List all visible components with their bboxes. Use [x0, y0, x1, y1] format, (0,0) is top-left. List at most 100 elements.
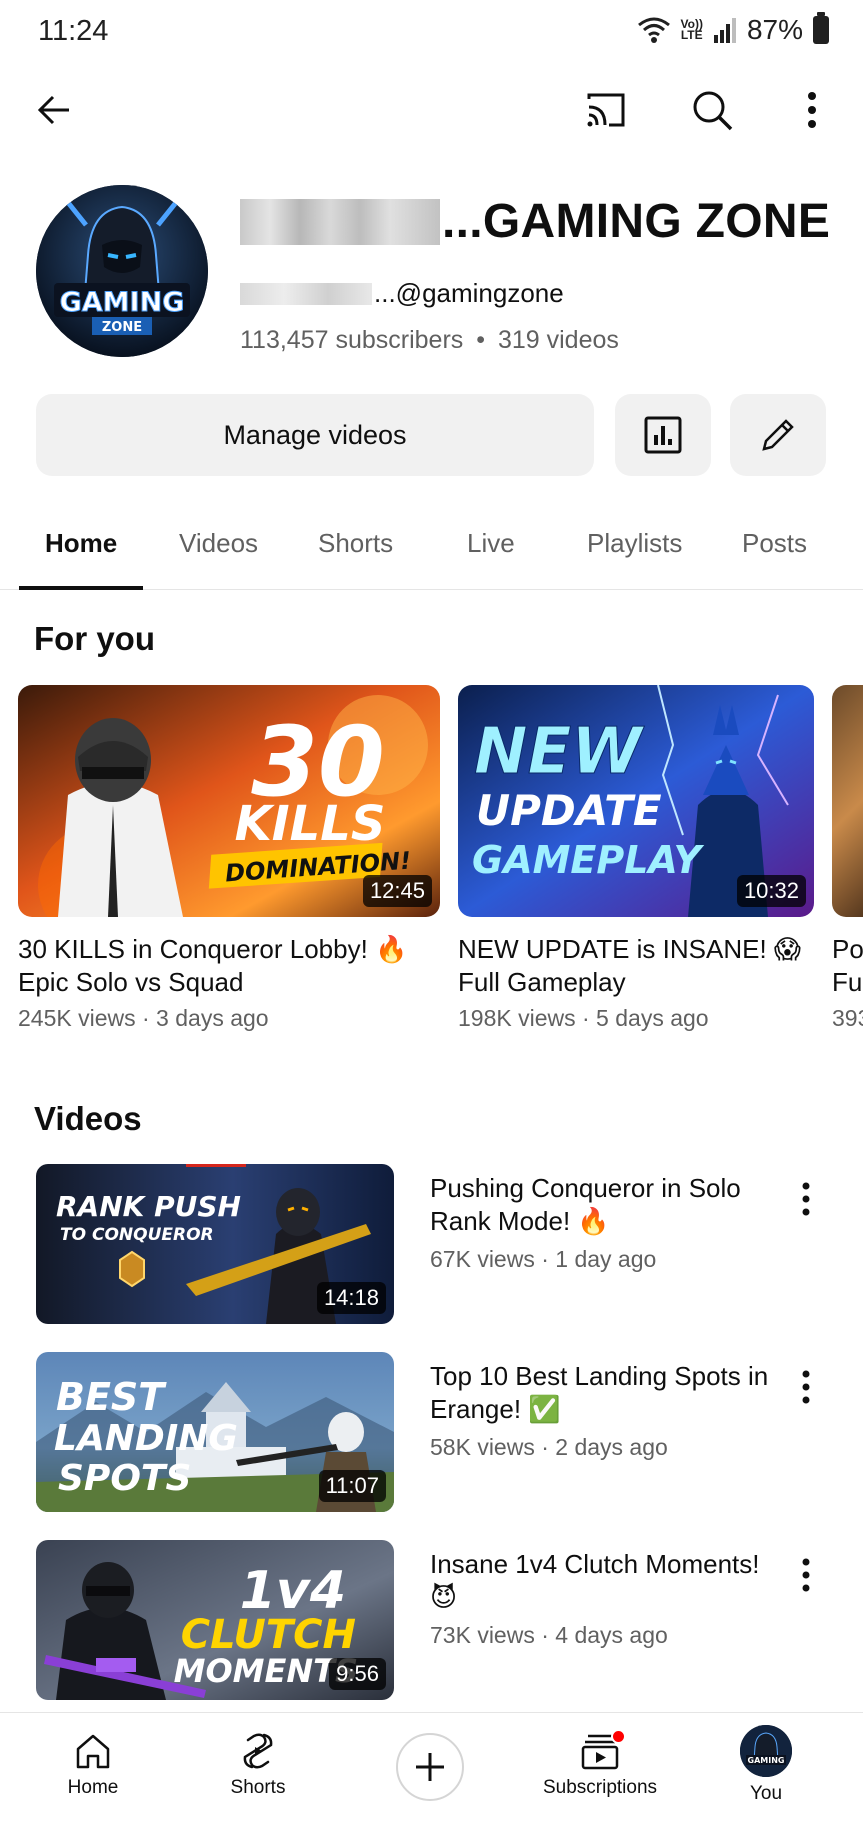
nav-home[interactable]: Home [8, 1731, 178, 1799]
thumb-text: NEW [474, 715, 645, 789]
tab-live[interactable]: Live [467, 528, 515, 559]
wifi-icon [637, 17, 670, 43]
analytics-icon [644, 416, 682, 454]
channel-tabs: Home Videos Shorts Live Playlists Posts [0, 510, 863, 590]
video-thumbnail[interactable]: 1v4 CLUTCH MOMENTS 9:56 [36, 1540, 394, 1700]
thumb-text: GAMEPLAY [472, 838, 704, 882]
more-vert-icon [802, 1558, 810, 1592]
tab-playlists[interactable]: Playlists [587, 528, 682, 559]
home-icon [76, 1734, 110, 1769]
video-duration: 14:18 [316, 1282, 386, 1314]
video-title[interactable]: Pushing Conqueror in Solo Rank Mode! 🔥 [430, 1172, 770, 1238]
status-time: 11:24 [38, 15, 109, 47]
video-menu-button[interactable] [786, 1362, 826, 1412]
battery-percent: 87% [746, 14, 803, 45]
avatar-text-top: GAMING [60, 287, 185, 318]
avatar-text-bottom: ZONE [102, 320, 142, 335]
bottom-nav: Home Shorts Subscriptions GAMING You [0, 1712, 863, 1823]
video-title[interactable]: NEW UPDATE is INSANE! 😱 Full Gameplay [458, 933, 814, 999]
video-meta: 393 [832, 1005, 863, 1031]
video-duration: 12:45 [362, 875, 432, 907]
video-thumbnail[interactable]: NEW UPDATE GAMEPLAY 10:32 [458, 685, 814, 917]
nav-subscriptions-label: Subscriptions [542, 1777, 658, 1798]
tab-shorts[interactable]: Shorts [318, 528, 393, 559]
thumb-text: SPOTS [58, 1458, 191, 1499]
manage-videos-button[interactable]: Manage videos [36, 394, 594, 476]
shorts-icon [243, 1733, 273, 1769]
video-list-item[interactable]: RANK PUSH TO CONQUEROR 14:18 Pushing Con… [36, 1164, 863, 1326]
status-icons: Vo)) LTE 87% [637, 12, 829, 46]
you-avatar-text: GAMING [748, 1756, 785, 1765]
video-duration: 9:56 [329, 1658, 386, 1690]
tab-posts[interactable]: Posts [742, 528, 807, 559]
more-options-button[interactable] [780, 78, 844, 142]
more-vert-icon [802, 1370, 810, 1404]
redacted-handle-block [240, 282, 372, 305]
create-button[interactable] [396, 1733, 464, 1801]
create-plus-icon [416, 1753, 444, 1781]
back-button[interactable] [22, 78, 86, 142]
video-meta: 198K views · 5 days ago [458, 1005, 709, 1031]
video-thumbnail[interactable] [832, 685, 863, 917]
video-title[interactable]: 30 KILLS in Conqueror Lobby! 🔥 Epic Solo… [18, 933, 440, 999]
channel-handle: ...@gamingzone [240, 278, 564, 309]
active-tab-indicator [19, 586, 143, 590]
for-you-card[interactable]: NEW UPDATE GAMEPLAY 10:32 NEW UPDATE is … [458, 685, 814, 1032]
video-thumbnail[interactable]: 30 KILLS DOMINATION! 12:45 [18, 685, 440, 917]
tab-home[interactable]: Home [45, 528, 117, 559]
nav-you-label: You [749, 1783, 783, 1804]
video-thumbnail[interactable]: RANK PUSH TO CONQUEROR 14:18 [36, 1164, 394, 1324]
app-bar [0, 70, 863, 150]
more-vert-icon [808, 92, 816, 128]
video-thumbnail[interactable]: BEST LANDING SPOTS 11:07 [36, 1352, 394, 1512]
cast-icon [587, 93, 625, 127]
search-button[interactable] [680, 78, 744, 142]
notification-dot [611, 1729, 626, 1744]
for-you-heading: For you [34, 620, 155, 657]
battery-icon [813, 12, 829, 44]
video-duration: 11:07 [318, 1470, 386, 1502]
lte-indicator: Vo)) LTE [680, 17, 703, 42]
nav-shorts[interactable]: Shorts [173, 1731, 343, 1799]
channel-name: ...GAMING ZONE [240, 194, 830, 249]
video-title[interactable]: Insane 1v4 Clutch Moments! 😈 [430, 1548, 770, 1614]
thumb-text: BEST [56, 1375, 167, 1419]
cast-button[interactable] [574, 78, 638, 142]
channel-stats: 113,457 subscribers • 319 videos [240, 326, 619, 354]
channel-avatar[interactable]: GAMING ZONE [36, 185, 208, 357]
edit-pencil-icon [762, 419, 794, 451]
tab-videos[interactable]: Videos [179, 528, 258, 559]
nav-subscriptions[interactable]: Subscriptions [515, 1729, 685, 1799]
redacted-name-block [240, 198, 440, 245]
edit-channel-button[interactable] [730, 394, 826, 476]
video-meta: 58K views · 2 days ago [430, 1434, 668, 1460]
you-avatar: GAMING [740, 1725, 792, 1777]
video-meta: 67K views · 1 day ago [430, 1246, 657, 1272]
nav-shorts-label: Shorts [230, 1777, 286, 1798]
thumb-text: LANDING [54, 1418, 238, 1459]
nav-you[interactable]: GAMING You [681, 1725, 851, 1805]
analytics-button[interactable] [615, 394, 711, 476]
thumb-text: TO CONQUEROR [60, 1225, 214, 1245]
for-you-card[interactable]: 30 KILLS DOMINATION! 12:45 30 KILLS in C… [18, 685, 440, 1032]
more-vert-icon [802, 1182, 810, 1216]
signal-icon [713, 18, 736, 43]
video-duration: 10:32 [736, 875, 806, 907]
video-list-item[interactable]: 1v4 CLUTCH MOMENTS 9:56 Insane 1v4 Clutc… [36, 1540, 863, 1702]
back-icon [37, 95, 69, 125]
for-you-card-partial[interactable]: Po Fu 393 [832, 685, 863, 1032]
subscriber-count: 113,457 subscribers [240, 326, 464, 354]
video-menu-button[interactable] [786, 1174, 826, 1224]
video-title[interactable]: Top 10 Best Landing Spots in Erange! ✅ [430, 1360, 770, 1426]
video-meta: 245K views · 3 days ago [18, 1005, 269, 1031]
video-list-item[interactable]: BEST LANDING SPOTS 11:07 Top 10 Best Lan… [36, 1352, 863, 1514]
video-count: 319 videos [497, 326, 619, 354]
video-menu-button[interactable] [786, 1550, 826, 1600]
video-title[interactable]: Po Fu [832, 933, 863, 999]
video-meta: 73K views · 4 days ago [430, 1622, 668, 1648]
thumb-text: KILLS [235, 796, 386, 852]
thumb-text: RANK PUSH [56, 1190, 241, 1223]
nav-home-label: Home [67, 1777, 119, 1798]
videos-heading: Videos [34, 1100, 142, 1137]
search-icon [693, 91, 733, 131]
